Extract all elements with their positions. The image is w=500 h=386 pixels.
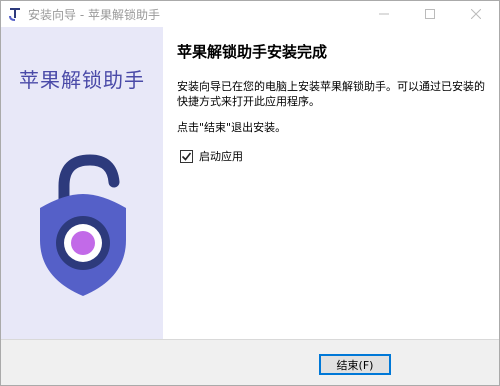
maximize-button[interactable]	[407, 1, 453, 27]
maximize-icon	[425, 9, 435, 19]
launch-app-option[interactable]: 启动应用	[180, 148, 243, 164]
close-button[interactable]	[453, 1, 499, 27]
sidebar-banner: 苹果解锁助手	[1, 27, 163, 339]
checkmark-icon	[181, 152, 192, 161]
minimize-icon	[379, 13, 389, 15]
sidebar-app-name: 苹果解锁助手	[19, 68, 145, 92]
app-logo-icon	[9, 8, 20, 21]
exit-hint: 点击"结束"退出安装。	[177, 121, 287, 134]
finish-button[interactable]: 结束(F)	[319, 354, 391, 375]
launch-app-label[interactable]: 启动应用	[199, 148, 243, 164]
close-icon	[471, 9, 481, 19]
window-title: 安装向导 - 苹果解锁助手	[28, 8, 160, 22]
title-bar[interactable]: 安装向导 - 苹果解锁助手	[1, 1, 499, 27]
lock-shield-icon	[40, 154, 126, 296]
completion-description: 安装向导已在您的电脑上安装苹果解锁助手。可以通过已安装的快捷方式来打开此应用程序…	[177, 80, 485, 108]
footer-bar: 结束(F)	[1, 339, 499, 385]
installer-window: 安装向导 - 苹果解锁助手 苹果解锁助手 苹果解锁助手安装完成 安装向导已在您的…	[0, 0, 500, 386]
minimize-button[interactable]	[361, 1, 407, 27]
launch-app-checkbox[interactable]	[180, 149, 193, 163]
page-title: 苹果解锁助手安装完成	[177, 43, 328, 61]
